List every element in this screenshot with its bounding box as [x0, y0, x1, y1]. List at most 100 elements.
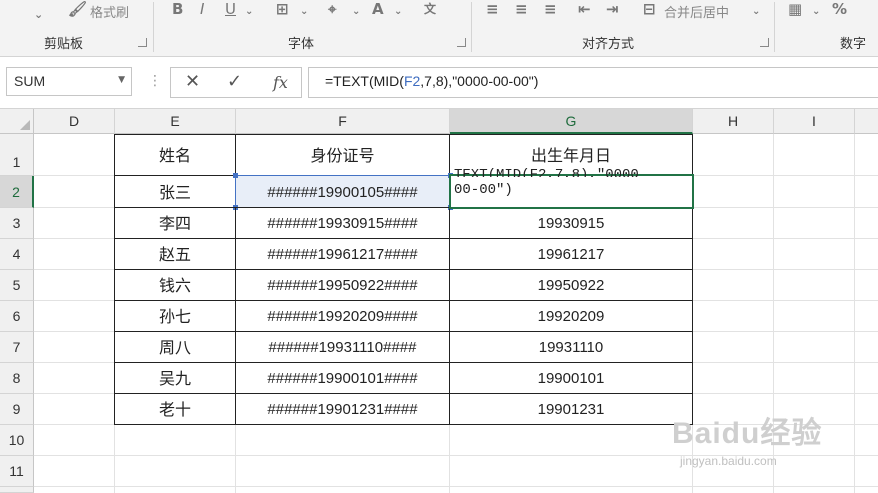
header-cell-id[interactable]: 身份证号	[235, 134, 450, 176]
formula-input[interactable]: =TEXT(MID(F2,7,8),"0000-00-00")	[308, 67, 878, 98]
font-group-label: 字体	[288, 37, 315, 52]
row-header-1[interactable]: 1	[0, 134, 34, 176]
table-row-id[interactable]: ######19920209####	[235, 300, 450, 332]
formula-text: =TEXT(MID(F2,7,8),"0000-00-00")	[325, 73, 539, 89]
number-format-dropdown-icon[interactable]: ⌄	[812, 6, 820, 17]
fill-dropdown-icon[interactable]: ⌄	[352, 6, 360, 17]
table-row-id[interactable]: ######19931110####	[235, 331, 450, 363]
number-group-label: 数字	[840, 37, 867, 52]
table-row-birth[interactable]: 19961217	[449, 238, 693, 270]
alignment-group-label: 对齐方式	[582, 37, 635, 52]
fill-color-icon[interactable]: ⌖	[328, 0, 336, 18]
resize-handle[interactable]	[233, 173, 238, 178]
decrease-indent-icon[interactable]: ⇤	[578, 0, 591, 18]
table-row-birth[interactable]: 19901231	[449, 393, 693, 425]
editing-line-2: 00-00")	[454, 182, 513, 198]
increase-indent-icon[interactable]: ⇥	[606, 0, 619, 18]
row-header-10[interactable]: 10	[0, 425, 34, 456]
table-row-name[interactable]: 吴九	[114, 362, 236, 394]
align-center-icon[interactable]: ≡	[515, 0, 528, 18]
column-header-j[interactable]	[855, 109, 878, 134]
ribbon-separator	[774, 2, 775, 52]
name-box-value: SUM	[14, 73, 46, 89]
table-row-birth[interactable]: 19931110	[449, 331, 693, 363]
clipboard-group-label: 剪贴板	[44, 37, 84, 52]
row-header-9[interactable]: 9	[0, 394, 34, 425]
percent-icon[interactable]: %	[832, 0, 847, 18]
font-color-dropdown-icon[interactable]: ⌄	[394, 6, 402, 17]
table-row-id[interactable]: ######19961217####	[235, 238, 450, 270]
row-header-8[interactable]: 8	[0, 363, 34, 394]
row-header-12[interactable]	[0, 487, 34, 493]
editing-line-1: TEXT(MID(F2,7,8),"0000	[454, 167, 639, 177]
chevron-down-icon[interactable]: ▼	[118, 75, 125, 85]
row-header-3[interactable]: 3	[0, 208, 34, 239]
font-launcher-icon[interactable]	[457, 38, 466, 47]
insert-function-button[interactable]: fx	[273, 73, 288, 92]
align-right-icon[interactable]: ≡	[544, 0, 557, 18]
watermark-logo: Baidu经验 jingyan.baidu.com	[672, 404, 872, 484]
formula-buttons: ✕ ✓ fx	[170, 67, 302, 98]
column-header-i[interactable]: I	[774, 109, 855, 134]
alignment-launcher-icon[interactable]	[760, 38, 769, 47]
ribbon: ⌄ 🖌 格式刷 剪贴板 B I U ⌄ ⊞ ⌄ ⌖ ⌄ A ⌄ 文 字体 ≡ ≡…	[0, 0, 878, 57]
column-header-d[interactable]: D	[34, 109, 115, 134]
row-header-4[interactable]: 4	[0, 239, 34, 270]
formula-reference: F2	[403, 73, 421, 89]
column-header-f[interactable]: F	[236, 109, 450, 134]
gridline	[34, 486, 878, 487]
more-icon: ⋮	[148, 73, 162, 89]
table-row-birth[interactable]: 19950922	[449, 269, 693, 301]
merge-dropdown-icon[interactable]: ⌄	[752, 6, 760, 17]
row-header-6[interactable]: 6	[0, 301, 34, 332]
table-row-name[interactable]: 钱六	[114, 269, 236, 301]
table-row-name[interactable]: 老十	[114, 393, 236, 425]
table-row-birth[interactable]: 19900101	[449, 362, 693, 394]
ribbon-separator	[471, 2, 472, 52]
watermark-main: Baidu经验	[672, 417, 823, 450]
ribbon-separator	[153, 2, 154, 52]
table-row-birth[interactable]: 19930915	[449, 207, 693, 239]
italic-icon[interactable]: I	[200, 0, 204, 18]
table-row-name[interactable]: 孙七	[114, 300, 236, 332]
table-row-birth[interactable]: 19920209	[449, 300, 693, 332]
merge-center-icon[interactable]: ⊟	[643, 0, 656, 18]
formula-bar: SUM ▼ ⋮ ✕ ✓ fx =TEXT(MID(F2,7,8),"0000-0…	[0, 57, 878, 109]
number-format-icon[interactable]: ▦	[788, 0, 802, 18]
table-row-name[interactable]: 周八	[114, 331, 236, 363]
clipboard-launcher-icon[interactable]	[138, 38, 147, 47]
underline-dropdown-icon[interactable]: ⌄	[245, 6, 253, 17]
table-row-id[interactable]: ######19930915####	[235, 207, 450, 239]
chevron-down-icon[interactable]: ⌄	[34, 8, 43, 21]
table-row-id[interactable]: ######19901231####	[235, 393, 450, 425]
table-row-id[interactable]: ######19900101####	[235, 362, 450, 394]
border-icon[interactable]: ⊞	[276, 0, 289, 18]
align-left-icon[interactable]: ≡	[486, 0, 499, 18]
confirm-icon[interactable]: ✓	[227, 71, 242, 92]
select-all-button[interactable]	[0, 109, 34, 134]
merge-center-button[interactable]: 合并后居中	[664, 2, 729, 21]
table-row-name[interactable]: 张三	[114, 175, 236, 208]
format-painter-button[interactable]: 格式刷	[90, 2, 129, 21]
table-row-name[interactable]: 赵五	[114, 238, 236, 270]
active-cell-g2[interactable]: TEXT(MID(F2,7,8),"0000 00-00")	[449, 167, 694, 209]
font-color-icon[interactable]: A	[372, 0, 384, 18]
name-box[interactable]: SUM ▼	[6, 67, 132, 96]
column-header-h[interactable]: H	[693, 109, 774, 134]
row-header-7[interactable]: 7	[0, 332, 34, 363]
header-cell-name[interactable]: 姓名	[114, 134, 236, 176]
table-row-name[interactable]: 李四	[114, 207, 236, 239]
phonetic-icon[interactable]: 文	[424, 0, 436, 17]
column-header-g[interactable]: G	[450, 109, 693, 134]
table-row-id[interactable]: ######19900105####	[235, 175, 450, 208]
underline-icon[interactable]: U	[225, 0, 236, 18]
row-header-11[interactable]: 11	[0, 456, 34, 487]
cancel-icon[interactable]: ✕	[185, 71, 200, 92]
bold-icon[interactable]: B	[172, 0, 183, 18]
row-header-5[interactable]: 5	[0, 270, 34, 301]
row-header-2[interactable]: 2	[0, 176, 34, 208]
border-dropdown-icon[interactable]: ⌄	[300, 6, 308, 17]
format-painter-icon[interactable]: 🖌	[68, 0, 87, 18]
table-row-id[interactable]: ######19950922####	[235, 269, 450, 301]
column-header-e[interactable]: E	[115, 109, 236, 134]
